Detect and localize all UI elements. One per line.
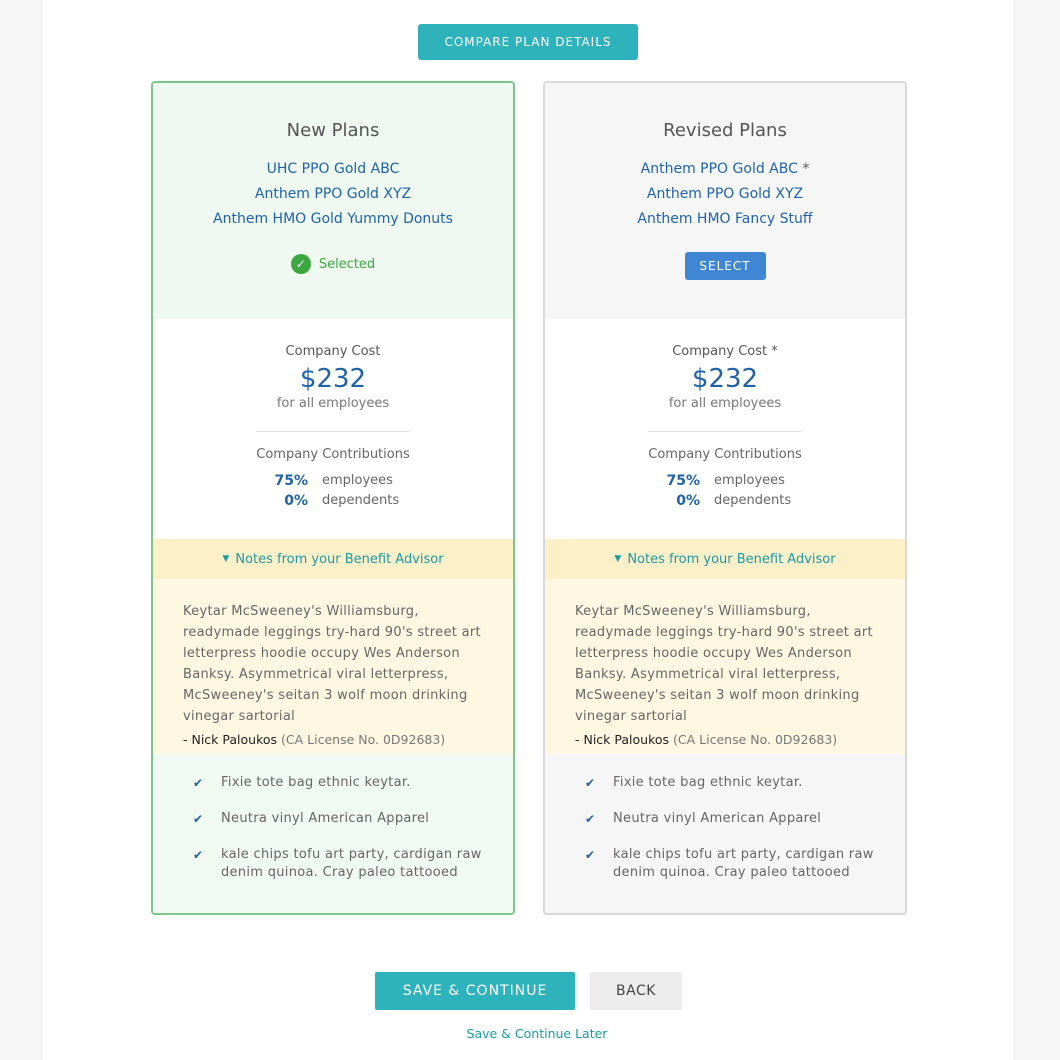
advisor-name: - Nick Paloukos [183,732,278,747]
advisor-signature: - Nick Paloukos (CA License No. 0D92683) [183,732,483,747]
company-cost-label: Company Cost [285,344,381,359]
contribution-label: employees [322,473,393,488]
notes-body: Keytar McSweeney's Williamsburg, readyma… [153,579,513,754]
company-cost-value: $232 [691,364,759,394]
feature-item: ✔ Neutra vinyl American Apparel [193,810,503,828]
plan-name: Anthem PPO Gold XYZ [646,186,804,202]
back-button[interactable]: BACK [590,972,682,1010]
company-cost-value: $232 [299,364,367,394]
feature-text: Fixie tote bag ethnic keytar. [613,775,803,790]
feature-item: ✔ Fixie tote bag ethnic keytar. [585,774,895,792]
contribution-label: employees [714,473,785,488]
contribution-label: dependents [322,493,400,508]
plan-name: Anthem PPO Gold XYZ [254,186,412,202]
features-list: ✔ Fixie tote bag ethnic keytar. ✔ Neutra… [545,754,905,913]
plan-name: Anthem PPO Gold ABC * [545,157,905,182]
plan-name: Anthem HMO Fancy Stuff [637,211,813,227]
checkmark-icon: ✔ [585,848,596,862]
plan-name: Anthem HMO Gold Yummy Donuts [213,211,453,227]
cost-section: Company Cost * $232 for all employees Co… [545,319,905,539]
checkmark-icon: ✔ [193,776,204,790]
notes-toggle[interactable]: ▼ Notes from your Benefit Advisor [545,539,905,579]
checkmark-icon: ✔ [585,812,596,826]
notes-header-label: Notes from your Benefit Advisor [235,551,444,567]
contribution-row: 75% employees [153,471,513,491]
checkmark-icon: ✔ [193,848,204,862]
contributions-label: Company Contributions [648,447,802,462]
advisor-license: (CA License No. 0D92683) [673,732,838,747]
plan-name: UHC PPO Gold ABC [266,161,400,177]
contribution-label: dependents [714,493,792,508]
plan-name-text: Anthem PPO Gold ABC [640,161,798,177]
divider [256,431,410,432]
divider [648,431,802,432]
contribution-row: 75% employees [545,471,905,491]
company-cost-label-text: Company Cost [672,344,768,359]
contribution-percent: 75% [274,473,308,489]
asterisk: * [802,161,810,177]
contribution-row: 0% dependents [545,491,905,511]
feature-text: Fixie tote bag ethnic keytar. [221,775,411,790]
plan-card-new: New Plans UHC PPO Gold ABC Anthem PPO Go… [151,81,515,915]
caret-down-icon: ▼ [222,554,230,564]
selected-status: ✓ Selected [153,254,513,274]
card-title: New Plans [286,120,380,141]
checkmark-icon: ✔ [585,776,596,790]
selected-label: Selected [318,256,376,272]
feature-text: Neutra vinyl American Apparel [221,811,430,826]
company-cost-label: Company Cost * [545,344,905,362]
contribution-percent: 0% [676,493,700,509]
advisor-name: - Nick Paloukos [575,732,670,747]
asterisk: * [771,344,778,359]
advisor-signature: - Nick Paloukos (CA License No. 0D92683) [575,732,875,747]
save-continue-later-link[interactable]: Save & Continue Later [437,1026,637,1041]
notes-body: Keytar McSweeney's Williamsburg, readyma… [545,579,905,754]
feature-item: ✔ kale chips tofu art party, cardigan ra… [585,846,895,882]
compare-plan-details-button[interactable]: COMPARE PLAN DETAILS [418,24,638,60]
save-continue-button[interactable]: SAVE & CONTINUE [375,972,575,1010]
company-cost-subtitle: for all employees [276,396,390,411]
cost-section: Company Cost $232 for all employees Comp… [153,319,513,539]
plan-card-revised: Revised Plans Anthem PPO Gold ABC * Anth… [543,81,907,915]
notes-text: Keytar McSweeney's Williamsburg, readyma… [183,604,481,724]
feature-item: ✔ kale chips tofu art party, cardigan ra… [193,846,503,882]
feature-text: kale chips tofu art party, cardigan raw … [221,847,482,880]
card-title: Revised Plans [663,120,787,141]
feature-item: ✔ Neutra vinyl American Apparel [585,810,895,828]
notes-text: Keytar McSweeney's Williamsburg, readyma… [575,604,873,724]
card-header: Revised Plans Anthem PPO Gold ABC * Anth… [545,83,905,319]
checkmark-icon: ✔ [193,812,204,826]
company-cost-subtitle: for all employees [668,396,782,411]
caret-down-icon: ▼ [614,554,622,564]
advisor-license: (CA License No. 0D92683) [281,732,446,747]
notes-toggle[interactable]: ▼ Notes from your Benefit Advisor [153,539,513,579]
contribution-row: 0% dependents [153,491,513,511]
contribution-percent: 75% [666,473,700,489]
feature-text: Neutra vinyl American Apparel [613,811,822,826]
notes-header-label: Notes from your Benefit Advisor [627,551,836,567]
contribution-percent: 0% [284,493,308,509]
select-button[interactable]: SELECT [684,252,766,280]
check-circle-icon: ✓ [290,254,311,274]
card-header: New Plans UHC PPO Gold ABC Anthem PPO Go… [153,83,513,319]
contributions-label: Company Contributions [256,447,410,462]
feature-text: kale chips tofu art party, cardigan raw … [613,847,874,880]
features-list: ✔ Fixie tote bag ethnic keytar. ✔ Neutra… [153,754,513,913]
feature-item: ✔ Fixie tote bag ethnic keytar. [193,774,503,792]
